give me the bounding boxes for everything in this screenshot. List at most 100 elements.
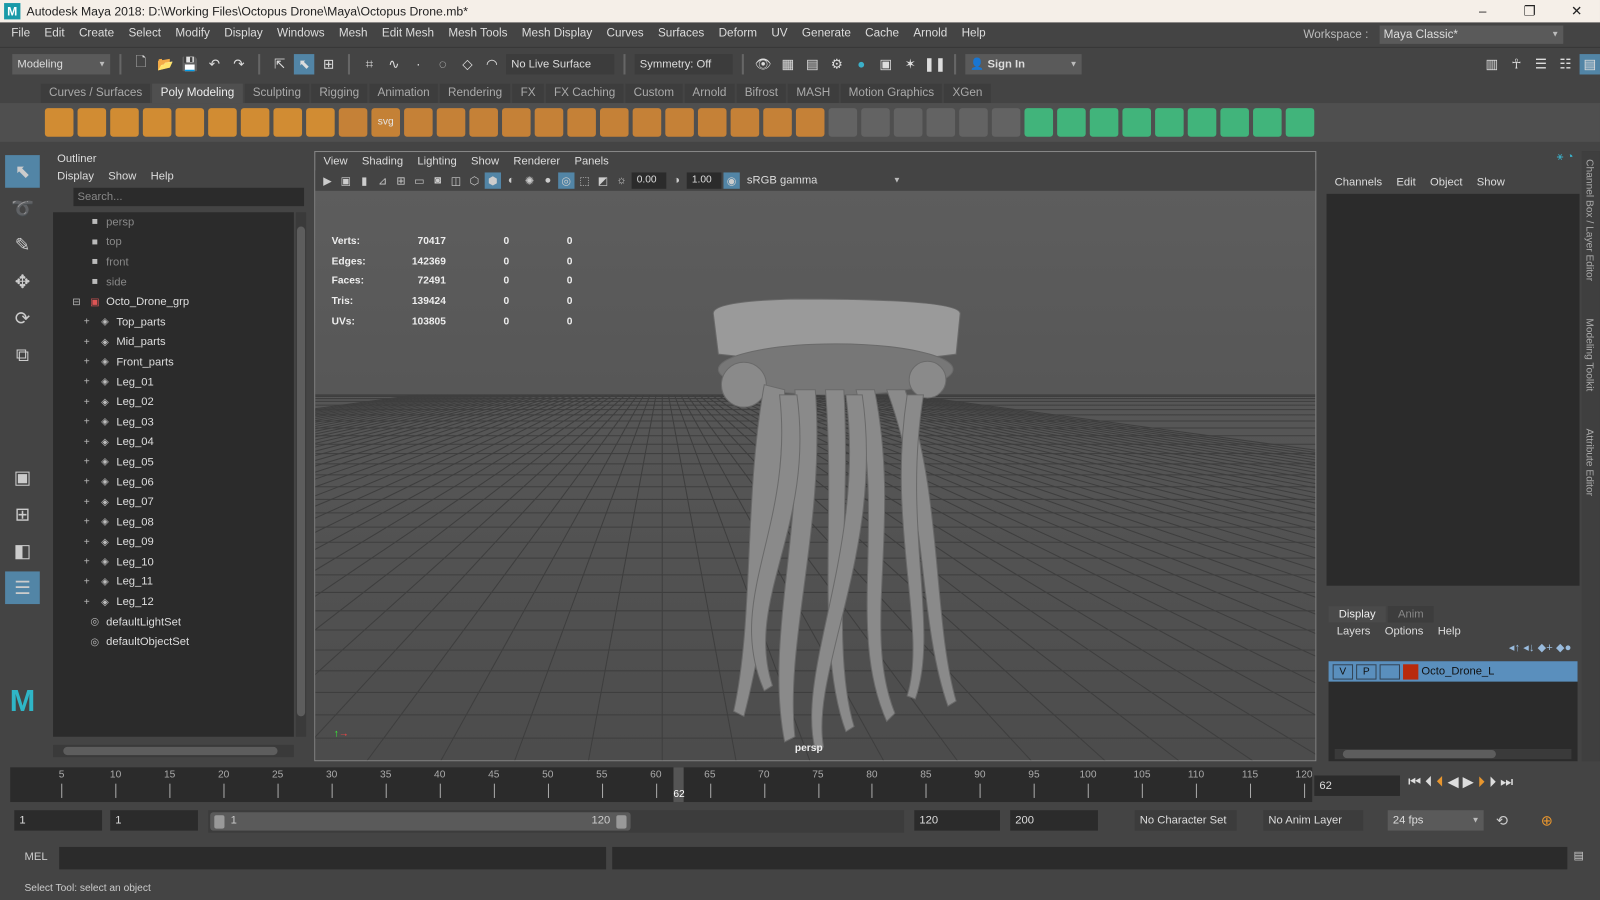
render-setup-icon[interactable]: ▣ <box>876 54 896 74</box>
scene-start-field[interactable]: 1 <box>14 810 103 831</box>
viewport-menu-show[interactable]: Show <box>471 152 499 170</box>
range-end-handle[interactable] <box>616 815 627 829</box>
script-editor-icon[interactable]: ▤ <box>1573 849 1584 862</box>
menu-set-dropdown[interactable]: Modeling ▼ <box>12 53 111 74</box>
menu-file[interactable]: File <box>4 28 37 40</box>
go-to-end-icon[interactable]: ⏭ <box>1500 773 1513 790</box>
layer-menu-layers[interactable]: Layers <box>1337 622 1371 640</box>
menu-cache[interactable]: Cache <box>858 28 906 40</box>
lights-icon[interactable]: ✺ <box>521 172 537 188</box>
layer-visibility-toggle[interactable]: V <box>1332 663 1354 680</box>
unfold-icon[interactable] <box>1024 108 1054 137</box>
type-icon[interactable] <box>338 108 368 137</box>
collapse-icon[interactable]: ⊟ <box>69 297 83 308</box>
outliner-item[interactable]: + ◈ Leg_10 <box>53 552 294 572</box>
tab-mash[interactable]: MASH <box>788 83 839 104</box>
menu-mesh[interactable]: Mesh <box>332 28 375 40</box>
manipulator-icon[interactable]: ⚹ <box>1557 151 1564 163</box>
outliner-item[interactable]: + ◈ Leg_09 <box>53 532 294 552</box>
close-button[interactable]: ✕ <box>1553 0 1600 22</box>
scene-end-field[interactable]: 200 <box>1010 810 1098 831</box>
channel-box-menu-edit[interactable]: Edit <box>1396 173 1415 191</box>
redo-icon[interactable]: ↷ <box>229 54 249 74</box>
outliner-item[interactable]: + ◈ Leg_11 <box>53 572 294 592</box>
time-slider[interactable]: 5 10 15 20 25 30 35 40 45 50 55 60 65 70 75 80 85 90 95 100… <box>10 767 1313 803</box>
select-object-icon[interactable]: ⬉ <box>293 53 315 74</box>
automatic-uv-icon[interactable] <box>1089 108 1119 137</box>
move-tool-icon[interactable]: ✥ <box>5 265 40 298</box>
auto-key-icon[interactable]: ⊕ <box>1541 812 1553 829</box>
range-slider[interactable]: 1 120 <box>208 810 905 833</box>
outliner-item[interactable]: + ◈ Mid_parts <box>53 332 294 352</box>
outliner-item[interactable]: + ◈ Leg_12 <box>53 592 294 612</box>
symmetrize-icon[interactable] <box>1253 108 1282 137</box>
two-pane-layout-icon[interactable]: ◧ <box>5 535 40 568</box>
layer-menu-help[interactable]: Help <box>1438 622 1461 640</box>
channel-box-menu-show[interactable]: Show <box>1477 173 1505 191</box>
bridge-icon[interactable] <box>567 108 596 137</box>
render-view-icon[interactable]: 👁 <box>753 54 773 74</box>
slide-edge-icon[interactable] <box>959 108 988 137</box>
human-ik-toggle-icon[interactable]: ☥ <box>1506 54 1526 74</box>
menu-modify[interactable]: Modify <box>168 28 217 40</box>
lasso-tool-icon[interactable]: ➰ <box>5 192 40 225</box>
smooth-shade-icon[interactable]: ⬢ <box>484 172 502 189</box>
boolean-icon[interactable] <box>665 108 694 137</box>
channel-box-menu-object[interactable]: Object <box>1430 173 1462 191</box>
snap-live-icon[interactable]: ◠ <box>482 54 502 74</box>
rotate-tool-icon[interactable]: ⟳ <box>5 302 40 335</box>
live-surface-field[interactable]: No Live Surface <box>506 53 615 74</box>
viewport-menu-panels[interactable]: Panels <box>574 152 608 170</box>
uv-editor-icon[interactable] <box>1057 108 1086 137</box>
channel-box-toggle-icon[interactable]: ▤ <box>1579 53 1600 74</box>
grid-icon[interactable]: ⊞ <box>393 172 409 188</box>
menu-create[interactable]: Create <box>72 28 122 40</box>
film-gate-icon[interactable]: ▭ <box>411 172 427 188</box>
open-scene-icon[interactable]: 📂 <box>155 54 175 74</box>
make-live-icon[interactable] <box>861 108 890 137</box>
expand-icon[interactable]: + <box>80 597 94 608</box>
resolution-gate-icon[interactable]: ◙ <box>430 172 446 188</box>
attribute-editor-toggle-icon[interactable]: ☰ <box>1531 54 1551 74</box>
render-settings-icon[interactable]: ⚙ <box>827 54 847 74</box>
expand-icon[interactable]: + <box>80 517 94 528</box>
outliner-item[interactable]: ■ persp <box>53 212 294 232</box>
side-tab-3[interactable]: Attribute Editor <box>1584 429 1595 497</box>
tab-fx-caching[interactable]: FX Caching <box>545 83 624 104</box>
lock-camera-icon[interactable]: ▣ <box>338 172 354 188</box>
new-layer-icon[interactable]: ◆+ <box>1538 642 1553 654</box>
menu-mesh-tools[interactable]: Mesh Tools <box>441 28 514 40</box>
color-space-dropdown[interactable]: sRGB gamma ▼ <box>741 172 906 189</box>
bookmark-icon[interactable]: ▮ <box>356 172 372 188</box>
outliner-item[interactable]: + ◈ Leg_07 <box>53 492 294 512</box>
outliner-menu-display[interactable]: Display <box>57 167 94 185</box>
current-frame-field[interactable]: 62 <box>1314 775 1400 796</box>
move-layer-down-icon[interactable]: ◂↓ <box>1523 642 1534 654</box>
modeling-toolkit-toggle-icon[interactable]: ▥ <box>1482 54 1502 74</box>
plane-icon[interactable] <box>208 108 237 137</box>
xray-icon[interactable]: ◩ <box>595 172 611 188</box>
offset-loop-icon[interactable] <box>926 108 956 137</box>
edge-loop-icon[interactable] <box>893 108 923 137</box>
outliner-item[interactable]: + ◈ Leg_02 <box>53 392 294 412</box>
menu-uv[interactable]: UV <box>764 28 795 40</box>
menu-windows[interactable]: Windows <box>270 28 332 40</box>
outliner-item[interactable]: + ◈ Leg_03 <box>53 412 294 432</box>
layer-scrollbar[interactable] <box>1334 748 1572 760</box>
tab-layer-display[interactable]: Display <box>1328 606 1386 623</box>
select-component-icon[interactable]: ⊞ <box>318 54 338 74</box>
sphere-icon[interactable] <box>44 108 74 137</box>
outliner-layout-icon[interactable]: ☰ <box>5 571 40 605</box>
cut-uv-icon[interactable] <box>1155 108 1184 137</box>
viewport-menu-shading[interactable]: Shading <box>362 152 403 170</box>
select-hierarchy-icon[interactable]: ⇱ <box>269 54 289 74</box>
symmetry-dropdown[interactable]: Symmetry: Off <box>634 53 733 74</box>
snap-view-icon[interactable]: ◌ <box>433 54 453 74</box>
outliner-item[interactable]: + ◈ Leg_05 <box>53 452 294 472</box>
expand-icon[interactable]: + <box>80 497 94 508</box>
play-forwards-icon[interactable]: ▶ <box>1463 773 1474 790</box>
side-tab-1[interactable]: Channel Box / Layer Editor <box>1584 159 1595 281</box>
tab-curves-surfaces[interactable]: Curves / Surfaces <box>40 83 151 104</box>
new-layer-selected-icon[interactable]: ◆● <box>1556 642 1571 654</box>
extract-icon[interactable] <box>502 108 531 137</box>
